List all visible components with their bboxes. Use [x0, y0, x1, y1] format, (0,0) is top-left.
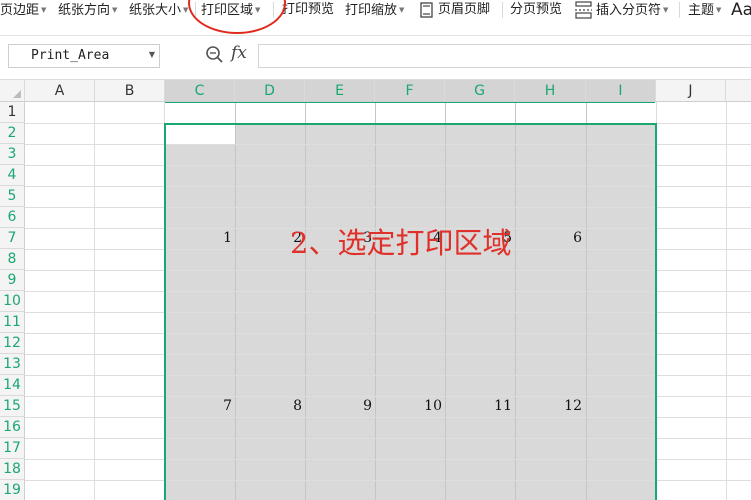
row-header-19[interactable]: 19	[0, 480, 25, 500]
column-header-k[interactable]	[726, 80, 751, 102]
row-header-7[interactable]: 7	[0, 228, 25, 249]
row-header-13[interactable]: 13	[0, 354, 25, 375]
print-preview-button[interactable]: 打印预览	[282, 0, 334, 20]
name-box-value: Print_Area	[31, 48, 110, 63]
cell-e15[interactable]: 9	[305, 396, 375, 417]
chevron-down-icon: ▼	[41, 6, 47, 14]
insert-page-break-button[interactable]: 插入分页符 ▼	[596, 0, 668, 20]
page-break-icon	[574, 0, 594, 20]
chevron-down-icon: ▼	[716, 6, 722, 14]
chevron-down-icon[interactable]: ▼	[149, 50, 155, 59]
theme-button[interactable]: 主题 ▼	[688, 0, 721, 20]
page-margins-button[interactable]: 页边距 ▼	[0, 0, 46, 20]
row-header-17[interactable]: 17	[0, 438, 25, 459]
cell-c15[interactable]: 7	[165, 396, 235, 417]
chevron-down-icon: ▼	[399, 6, 405, 14]
paper-size-button[interactable]: 纸张大小 ▼	[129, 0, 188, 20]
formula-input[interactable]	[258, 44, 751, 68]
row-header-10[interactable]: 10	[0, 291, 25, 312]
function-icon[interactable]: fx	[231, 43, 247, 63]
page-orientation-label: 纸张方向	[58, 3, 111, 18]
row-header-1[interactable]: 1	[0, 102, 25, 123]
row-header-8[interactable]: 8	[0, 249, 25, 270]
page-orientation-button[interactable]: 纸张方向 ▼	[58, 0, 117, 20]
page-margins-label: 页边距	[0, 3, 40, 18]
print-scale-button[interactable]: 打印缩放 ▼	[345, 0, 404, 20]
row-header-2[interactable]: 2	[0, 123, 25, 144]
cell-h7[interactable]: 6	[515, 228, 585, 249]
grid-line	[94, 102, 95, 500]
cell-h15[interactable]: 12	[515, 396, 585, 417]
theme-label: 主题	[688, 3, 715, 18]
chevron-down-icon: ▼	[112, 6, 118, 14]
row-header-16[interactable]: 16	[0, 417, 25, 438]
cell-c7[interactable]: 1	[165, 228, 235, 249]
row-header-6[interactable]: 6	[0, 207, 25, 228]
header-footer-label: 页眉页脚	[438, 2, 491, 17]
column-header-e[interactable]: E	[305, 80, 375, 102]
column-header-h[interactable]: H	[515, 80, 586, 102]
header-footer-icon	[419, 0, 435, 20]
highlight-circle	[188, 0, 286, 34]
row-header-4[interactable]: 4	[0, 165, 25, 186]
print-area-header-line	[165, 102, 655, 103]
font-style-button[interactable]: Aa	[731, 0, 751, 20]
row-header-11[interactable]: 11	[0, 312, 25, 333]
ribbon-divider	[679, 2, 680, 18]
row-header-14[interactable]: 14	[0, 375, 25, 396]
name-box[interactable]: Print_Area ▼	[8, 44, 160, 68]
cell-g15[interactable]: 11	[445, 396, 515, 417]
row-header-12[interactable]: 12	[0, 333, 25, 354]
print-area-border	[164, 123, 657, 500]
paper-size-label: 纸张大小	[129, 3, 182, 18]
header-footer-button[interactable]: 页眉页脚	[438, 0, 490, 20]
cell-f15[interactable]: 10	[375, 396, 445, 417]
cell-d15[interactable]: 8	[235, 396, 305, 417]
zoom-icon[interactable]	[205, 45, 225, 65]
print-preview-label: 打印预览	[282, 2, 335, 17]
page-break-preview-button[interactable]: 分页预览	[510, 0, 562, 20]
page-break-preview-label: 分页预览	[510, 2, 563, 17]
instruction-annotation: 2、选定打印区域	[290, 226, 512, 260]
column-header-f[interactable]: F	[375, 80, 445, 102]
column-header-a[interactable]: A	[25, 80, 95, 102]
column-header-d[interactable]: D	[235, 80, 305, 102]
ribbon-divider	[502, 2, 503, 18]
column-header-g[interactable]: G	[445, 80, 515, 102]
column-header-i[interactable]: I	[586, 80, 656, 102]
row-header-9[interactable]: 9	[0, 270, 25, 291]
select-all-icon	[13, 90, 21, 98]
column-header-j[interactable]: J	[656, 80, 726, 102]
select-all-corner[interactable]	[0, 80, 25, 102]
column-header-c[interactable]: C	[165, 80, 235, 102]
chevron-down-icon: ▼	[663, 6, 669, 14]
print-scale-label: 打印缩放	[345, 3, 398, 18]
row-header-3[interactable]: 3	[0, 144, 25, 165]
formula-bar: Print_Area ▼ fx	[0, 36, 751, 80]
row-header-5[interactable]: 5	[0, 186, 25, 207]
ribbon-toolbar: 页边距 ▼ 纸张方向 ▼ 纸张大小 ▼ 打印区域 ▼ 打印预览 打印缩放 ▼ 页眉页脚 分…	[0, 0, 751, 36]
insert-page-break-label: 插入分页符	[596, 3, 662, 18]
row-header-18[interactable]: 18	[0, 459, 25, 480]
grid-line	[726, 102, 727, 500]
font-style-label: Aa	[731, 0, 751, 20]
column-header-b[interactable]: B	[95, 80, 165, 102]
spreadsheet-grid: A B C D E F G H I J 1 2 3 4 5 6 7 8 9 10…	[0, 80, 751, 500]
row-header-15[interactable]: 15	[0, 396, 25, 417]
